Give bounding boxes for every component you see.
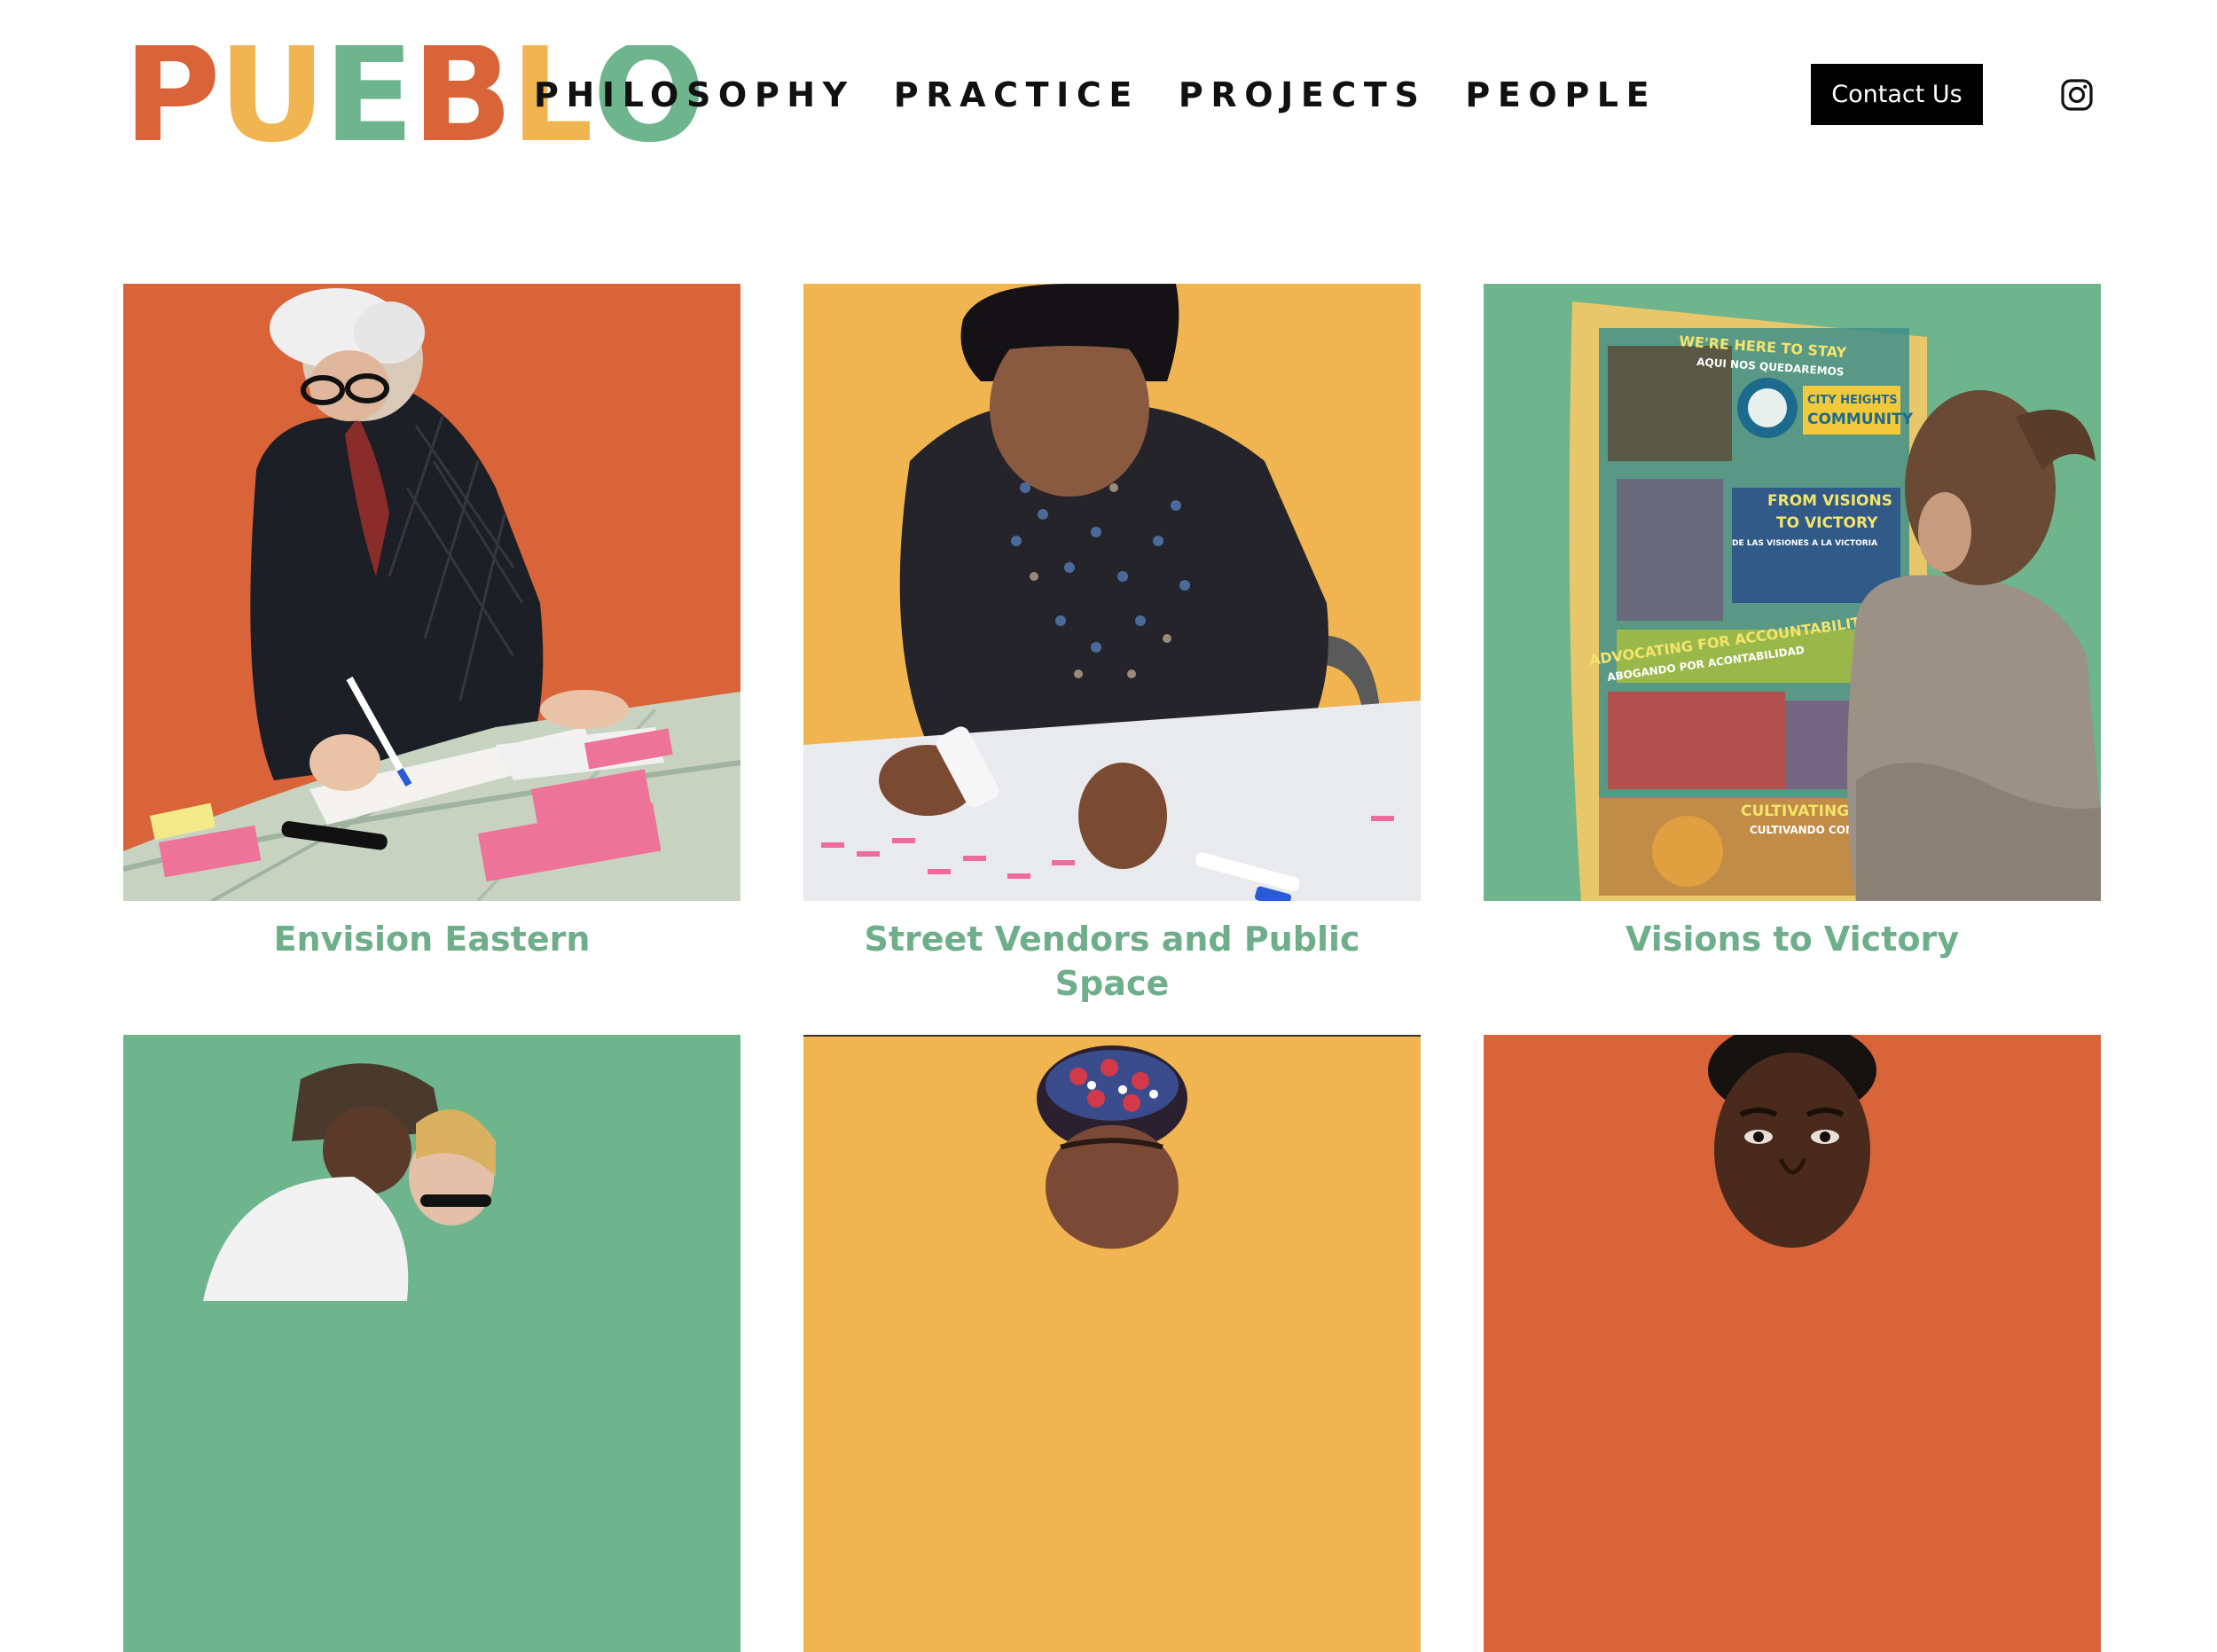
nav-projects[interactable]: PROJECTS <box>1179 74 1427 116</box>
project-image[interactable] <box>123 1035 740 1652</box>
nav-practice[interactable]: PRACTICE <box>894 74 1140 116</box>
project-image-envision-eastern[interactable] <box>123 284 740 901</box>
project-image-visions-to-victory[interactable]: WE'RE HERE TO STAY AQUI NOS QUEDAREMOS C… <box>1484 284 2101 901</box>
contact-us-button[interactable]: Contact Us <box>1811 64 1983 125</box>
project-image[interactable] <box>1484 1035 2101 1652</box>
logo-letter: E <box>323 45 410 145</box>
project-image[interactable] <box>803 1035 1421 1652</box>
poster-line: CITY HEIGHTS <box>1807 394 1898 407</box>
poster-line: DE LAS VISIONES A LA VICTORIA <box>1732 539 1877 548</box>
poster-line: TO VICTORY <box>1776 514 1878 532</box>
project-title[interactable]: Envision Eastern <box>123 917 740 961</box>
nav-people[interactable]: PEOPLE <box>1465 74 1657 116</box>
logo-letter: B <box>411 45 508 145</box>
site-header: PUEBLO PHILOSOPHY PRACTICE PROJECTS PEOP… <box>0 0 2217 191</box>
poster-line: COMMUNITY <box>1807 411 1914 428</box>
project-image-street-vendors[interactable] <box>803 284 1421 901</box>
logo-letter: P <box>123 45 215 145</box>
logo-letter: U <box>217 45 321 145</box>
project-title[interactable]: Visions to Victory <box>1484 917 2101 961</box>
nav-philosophy[interactable]: PHILOSOPHY <box>534 74 855 116</box>
poster-line: FROM VISIONS <box>1767 492 1892 510</box>
project-title[interactable]: Street Vendors and Public Space <box>803 917 1421 1006</box>
main-nav: PHILOSOPHY PRACTICE PROJECTS PEOPLE <box>534 74 1657 116</box>
instagram-icon[interactable] <box>2061 79 2093 111</box>
